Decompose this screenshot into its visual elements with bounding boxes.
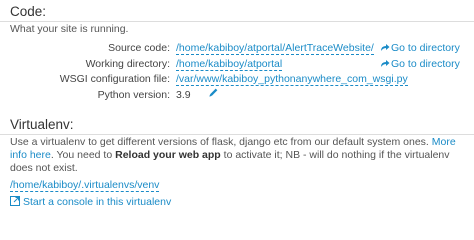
source-code-goto-link[interactable]: Go to directory xyxy=(380,42,460,54)
working-directory-goto-label: Go to directory xyxy=(391,58,460,70)
wsgi-config-label: WSGI configuration file: xyxy=(59,73,170,85)
virtualenv-section-title: Virtualenv: xyxy=(10,117,74,132)
virtualenv-description: Use a virtualenv to get different versio… xyxy=(10,136,465,175)
python-version-label: Python version: xyxy=(97,89,170,101)
virtualenv-divider xyxy=(0,134,474,135)
working-directory-path-link[interactable]: /home/kabiboy/atportal xyxy=(176,58,283,71)
source-code-goto-label: Go to directory xyxy=(391,42,460,54)
working-directory-label: Working directory: xyxy=(85,58,170,70)
source-code-path-link[interactable]: /home/kabiboy/atportal/AlertTraceWebsite… xyxy=(176,42,374,55)
working-directory-goto-link[interactable]: Go to directory xyxy=(380,58,460,70)
virtualenv-desc-part2: . You need to xyxy=(50,149,113,161)
python-version-value: 3.9 xyxy=(176,89,191,101)
pencil-icon[interactable] xyxy=(208,87,219,98)
virtualenv-path-link[interactable]: /home/kabiboy/.virtualenvs/venv xyxy=(10,179,160,192)
virtualenv-desc-part1: Use a virtualenv to get different versio… xyxy=(10,136,429,148)
arrow-icon xyxy=(381,44,390,51)
code-subtitle: What your site is running. xyxy=(10,23,129,35)
start-console-link[interactable]: Start a console in this virtualenv xyxy=(10,196,171,208)
console-icon xyxy=(10,196,20,206)
code-section-title: Code: xyxy=(10,4,47,19)
start-console-label: Start a console in this virtualenv xyxy=(23,196,172,208)
source-code-label: Source code: xyxy=(108,42,170,54)
code-divider xyxy=(0,21,474,22)
reload-web-app-text: Reload your web app xyxy=(115,149,221,161)
arrow-icon xyxy=(381,60,390,67)
wsgi-config-file-link[interactable]: /var/www/kabiboy_pythonanywhere_com_wsgi… xyxy=(176,73,408,86)
